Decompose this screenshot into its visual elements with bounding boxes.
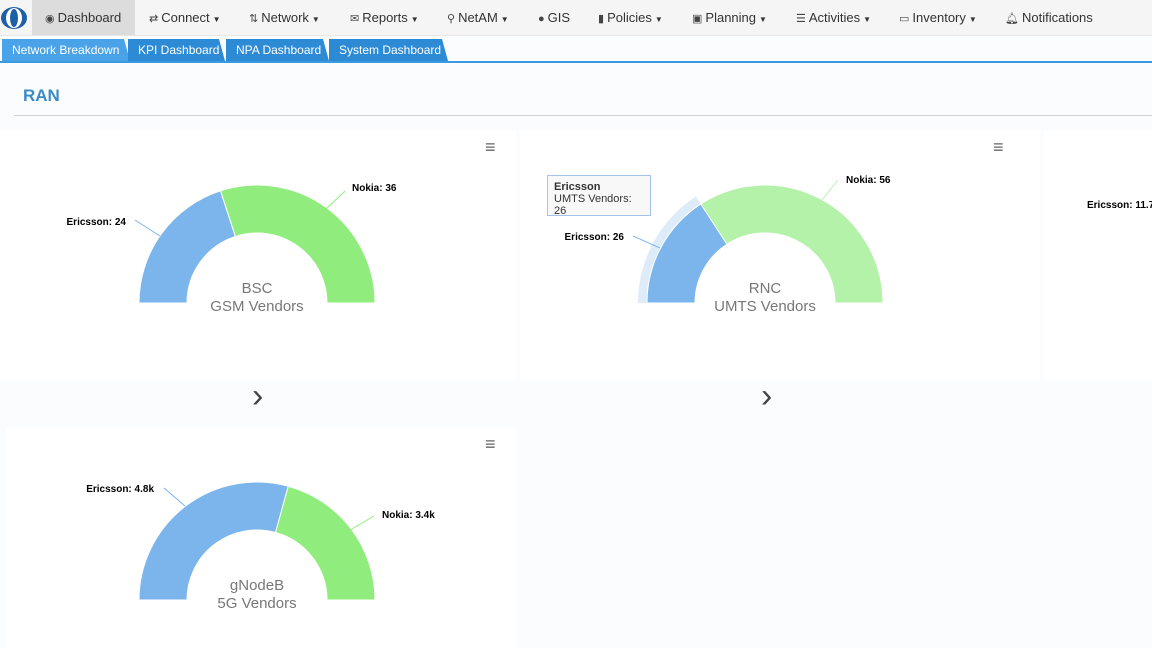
chart-subtitle: 5G Vendors (217, 595, 296, 612)
data-label: Ericsson: 24 (67, 217, 127, 228)
label-connector (821, 179, 839, 201)
next-arrow-icon[interactable]: › (252, 379, 263, 413)
chart-subtitle: UMTS Vendors (714, 298, 816, 315)
pie-slice-nokia[interactable] (274, 485, 376, 601)
next-arrow-icon[interactable]: › (761, 379, 772, 413)
label-connector (349, 515, 375, 531)
chart-tooltip: Ericsson UMTS Vendors: 26 (547, 175, 651, 217)
chart-menu-button-bsc[interactable]: ≡ (485, 138, 496, 156)
pie-slice-nokia[interactable] (700, 184, 884, 304)
label-connector (163, 487, 186, 507)
charts-canvas: Ericsson: 24 Nokia: 36 BSCGSM Vendors Erics… (67, 175, 1152, 612)
chart-menu-button-rnc[interactable]: ≡ (993, 138, 1004, 156)
chart-subtitle: GSM Vendors (210, 298, 303, 315)
data-label: Ericsson: 11.7k (1087, 200, 1152, 211)
data-label: Nokia: 36 (352, 183, 397, 194)
data-label: Nokia: 3.4k (382, 510, 435, 521)
chart-title: BSC (242, 280, 273, 297)
data-label: Ericsson: 26 (565, 232, 625, 243)
chart-menu-button-gnodeb[interactable]: ≡ (485, 435, 496, 453)
data-label: Ericsson: 4.8k (86, 484, 154, 495)
chart-title: RNC (749, 280, 782, 297)
pie-slice-ericsson[interactable] (138, 190, 236, 304)
tooltip-title: Ericsson (554, 181, 601, 193)
data-label: Nokia: 56 (846, 175, 891, 186)
label-connector (324, 190, 346, 211)
chart-title: gNodeB (230, 577, 284, 594)
tooltip-value: UMTS Vendors: 26 (554, 193, 632, 217)
label-connector (134, 219, 161, 237)
